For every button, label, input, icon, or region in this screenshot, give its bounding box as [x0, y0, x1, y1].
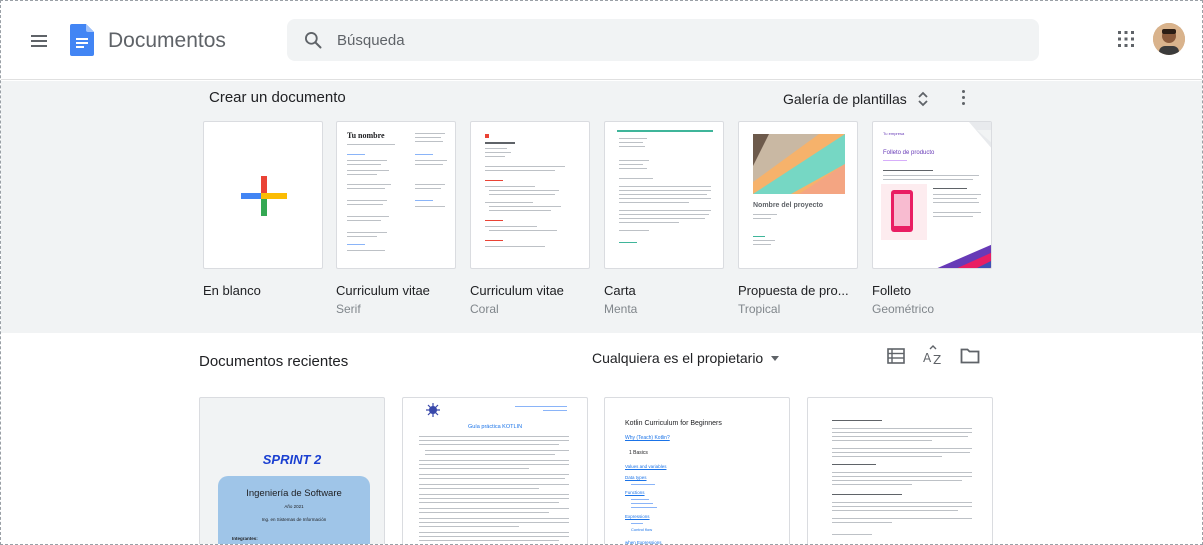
template-cv-serif[interactable]: Tu nombre Curriculum vitae Serif — [336, 121, 456, 316]
doc-box-title: Ingeniería de Software — [246, 488, 342, 499]
tropical-graphic — [753, 134, 845, 194]
template-heading: Crear un documento — [209, 89, 346, 106]
template-thumbnail[interactable]: Tu empresa Folleto de producto — [872, 121, 992, 269]
search-input[interactable] — [337, 29, 1017, 51]
owner-filter-label: Cualquiera es el propietario — [592, 350, 764, 366]
doc-box-line: Ing. en Sistemas de Información — [261, 517, 327, 522]
docs-logo[interactable] — [70, 24, 94, 56]
template-letter-mint[interactable]: Carta Menta — [604, 121, 724, 316]
owner-filter-dropdown[interactable]: Cualquiera es el propietario — [592, 350, 780, 366]
app-title: Documentos — [108, 29, 226, 52]
svg-text:Z: Z — [933, 353, 941, 367]
template-name: Folleto — [872, 283, 912, 298]
emblem-icon — [426, 403, 440, 417]
recent-doc-kotlin-curriculum[interactable]: Kotlin Curriculum for Beginners Why (Tea… — [604, 397, 790, 545]
template-blank[interactable]: En blanco — [203, 121, 323, 298]
template-thumbnail[interactable] — [604, 121, 724, 269]
more-options-icon[interactable] — [953, 87, 973, 109]
folder-icon[interactable] — [960, 347, 980, 365]
recent-doc-untitled[interactable] — [807, 397, 993, 544]
template-name: Carta — [604, 283, 636, 298]
template-gallery-label: Galería de plantillas — [783, 91, 907, 107]
template-style: Coral — [470, 302, 499, 316]
template-brochure-geometric[interactable]: Tu empresa Folleto de producto Folleto G… — [872, 121, 992, 316]
template-gallery-button[interactable]: Galería de plantillas — [783, 87, 929, 111]
template-thumbnail[interactable]: Tu nombre — [336, 121, 456, 269]
thumb-title: Tu nombre — [347, 131, 385, 140]
template-style: Menta — [604, 302, 638, 316]
apps-icon[interactable] — [1117, 30, 1135, 48]
doc-box-line: Año 2021 — [284, 504, 304, 509]
search-bar[interactable] — [287, 19, 1039, 61]
doc-heading: Kotlin Curriculum for Beginners — [625, 420, 722, 427]
plus-icon — [241, 176, 287, 216]
unfold-icon — [918, 91, 928, 107]
template-thumbnail[interactable]: Nombre del proyecto — [738, 121, 858, 269]
account-avatar[interactable] — [1153, 23, 1185, 55]
doc-link: Functions — [625, 490, 645, 495]
recent-doc-guia-kotlin[interactable]: Guía práctica KOTLIN — [402, 397, 588, 544]
template-cv-coral[interactable]: Curriculum vitae Coral — [470, 121, 590, 316]
recent-doc-sprint-2[interactable]: SPRINT 2 Ingeniería de Software Año 2021… — [199, 397, 385, 544]
svg-text:A: A — [923, 351, 932, 365]
template-name: En blanco — [203, 283, 261, 298]
doc-link: Control flow — [631, 527, 653, 532]
doc-link: Values and variables — [625, 464, 667, 469]
sort-az-icon[interactable]: A Z — [922, 345, 944, 367]
thumb-title: Nombre del proyecto — [753, 202, 824, 209]
template-thumbnail[interactable] — [203, 121, 323, 269]
template-style: Tropical — [738, 302, 781, 316]
template-style: Serif — [336, 302, 361, 316]
template-style: Geométrico — [872, 302, 935, 316]
thumb-title: Folleto de producto — [883, 150, 935, 156]
template-gallery: Crear un documento Galería de plantillas — [1, 81, 1202, 333]
menu-icon[interactable] — [23, 25, 55, 57]
template-thumbnail[interactable] — [470, 121, 590, 269]
template-name: Propuesta de pro... — [738, 283, 849, 298]
template-name: Curriculum vitae — [336, 283, 430, 298]
template-proposal-tropical[interactable]: Nombre del proyecto Propuesta de pro... … — [738, 121, 858, 316]
doc-box-footer: Integrantes: — [232, 536, 258, 541]
list-view-icon[interactable] — [887, 347, 905, 365]
doc-heading: Guía práctica KOTLIN — [467, 424, 523, 430]
template-name: Curriculum vitae — [470, 283, 564, 298]
avatar-icon — [1153, 23, 1185, 55]
caret-down-icon — [771, 355, 780, 361]
doc-link: 1 Basics — [629, 450, 648, 456]
search-icon[interactable] — [303, 30, 323, 50]
thumb-label: Tu empresa — [883, 131, 905, 136]
doc-link: Expressions — [625, 514, 650, 519]
doc-link: Data types — [625, 475, 647, 480]
doc-title-box: Ingeniería de Software Año 2021 Ing. en … — [218, 476, 370, 544]
recent-documents-title: Documentos recientes — [199, 353, 349, 370]
doc-heading: SPRINT 2 — [262, 452, 322, 467]
geometric-graphic — [881, 122, 991, 268]
docs-home: Documentos Crear un docu — [0, 0, 1203, 545]
doc-link: Why (Teach) Kotlin? — [625, 435, 670, 441]
app-header: Documentos — [1, 1, 1202, 80]
doc-link: when Expressions — [625, 540, 662, 545]
